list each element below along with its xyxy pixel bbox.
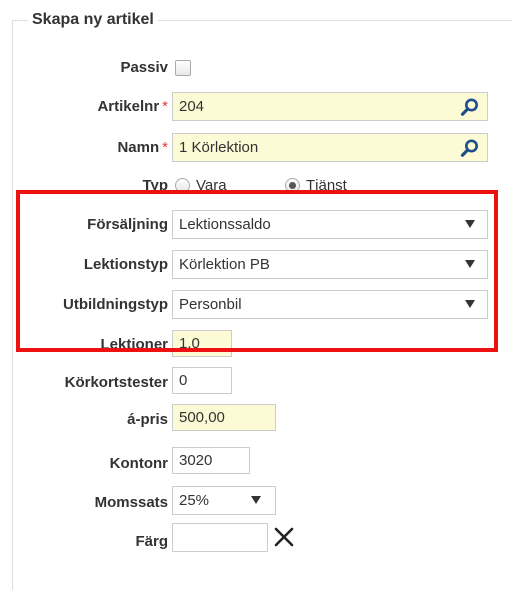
lektionstyp-select[interactable]: Körlektion PB	[172, 250, 488, 279]
chevron-down-icon	[251, 496, 261, 504]
typ-radio-tjanst[interactable]	[285, 178, 300, 193]
utbildningstyp-select[interactable]: Personbil	[172, 290, 488, 319]
typ-radio-tjanst-label: Tjänst	[306, 177, 347, 194]
namn-label: Namn *	[117, 139, 168, 156]
lektionstyp-value: Körlektion PB	[179, 256, 270, 273]
forsaljning-label: Försäljning	[87, 216, 168, 233]
passiv-label: Passiv	[120, 59, 168, 76]
form-legend: Skapa ny artikel	[28, 11, 158, 29]
momssats-label: Momssats	[94, 494, 168, 511]
farg-input[interactable]	[172, 523, 268, 552]
required-mark: *	[162, 139, 168, 156]
namn-value: 1 Körlektion	[179, 139, 259, 156]
lektioner-input[interactable]: 1,0	[172, 330, 232, 357]
korkortstester-label: Körkortstester	[64, 374, 168, 391]
artikelnr-label: Artikelnr *	[97, 98, 168, 115]
passiv-checkbox[interactable]	[175, 60, 191, 76]
namn-input[interactable]: 1 Körlektion	[172, 133, 488, 162]
apris-input[interactable]: 500,00	[172, 404, 276, 431]
farg-label: Färg	[135, 533, 168, 550]
artikelnr-value: 204	[179, 98, 205, 115]
artikelnr-input[interactable]: 204	[172, 92, 488, 121]
korkortstester-input[interactable]: 0	[172, 367, 232, 394]
chevron-down-icon	[465, 220, 475, 228]
search-icon[interactable]	[460, 138, 480, 158]
kontonr-input[interactable]: 3020	[172, 447, 250, 474]
lektionstyp-label: Lektionstyp	[83, 256, 168, 273]
kontonr-label: Kontonr	[109, 455, 168, 472]
momssats-select[interactable]: 25%	[172, 486, 276, 515]
momssats-value: 25%	[179, 492, 210, 509]
typ-label: Typ	[142, 177, 168, 194]
apris-label: á-pris	[127, 411, 168, 428]
typ-radio-vara-label: Vara	[196, 177, 227, 194]
forsaljning-value: Lektionssaldo	[179, 216, 271, 233]
typ-radio-vara[interactable]	[175, 178, 190, 193]
utbildningstyp-value: Personbil	[179, 296, 242, 313]
search-icon[interactable]	[460, 97, 480, 117]
utbildningstyp-label: Utbildningstyp	[63, 296, 168, 313]
chevron-down-icon	[465, 260, 475, 268]
lektioner-label: Lektioner	[100, 336, 168, 353]
required-mark: *	[162, 98, 168, 115]
chevron-down-icon	[465, 300, 475, 308]
forsaljning-select[interactable]: Lektionssaldo	[172, 210, 488, 239]
close-icon[interactable]	[272, 525, 296, 549]
